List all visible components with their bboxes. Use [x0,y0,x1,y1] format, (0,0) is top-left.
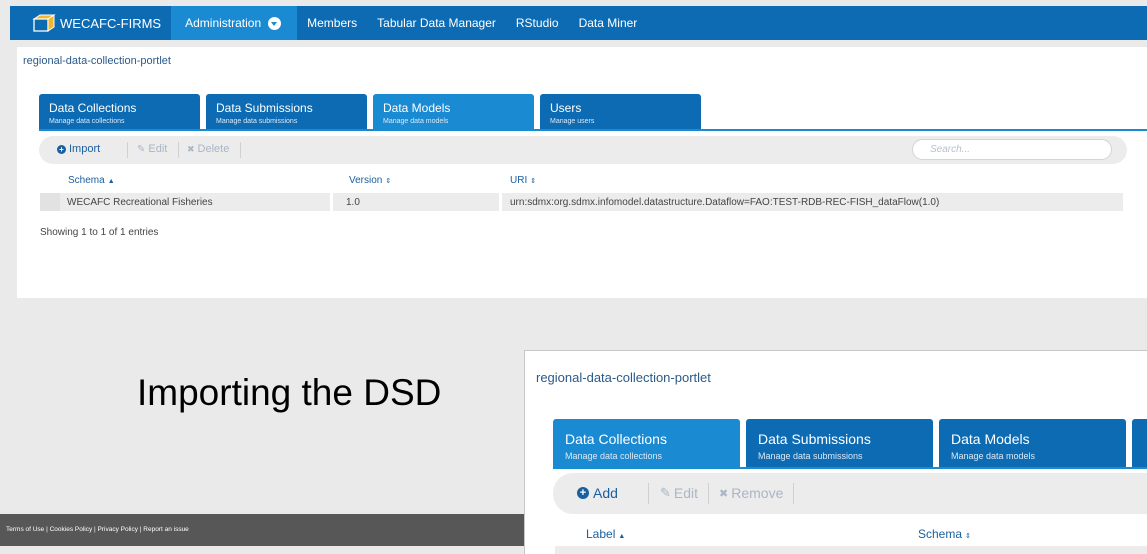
plus-circle-icon: + [577,487,589,499]
search-input[interactable]: Search... [912,139,1112,160]
toolbar-divider [178,142,179,158]
column-header-schema[interactable]: Schema ▲ [68,175,115,186]
remove-button[interactable]: ✖ Remove [719,485,783,501]
zoomed-inset: regional-data-collection-portlet Data Co… [524,350,1147,554]
inset-tab-underline [553,467,1147,469]
close-icon: ✖ [187,143,195,154]
tab-data-collections[interactable]: Data Collections Manage data collections [39,94,200,129]
nav-item-rstudio[interactable]: RStudio [506,6,569,40]
inset-tab-data-collections[interactable]: Data Collections Manage data collections [553,419,740,469]
pencil-square-icon: ✎ [660,485,671,500]
add-button[interactable]: + Add [577,485,618,501]
brand-name: WECAFC-FIRMS [60,15,162,31]
slide-caption: Importing the DSD [137,372,442,413]
sort-icon: ⇕ [965,533,971,540]
cell-divider [330,193,333,211]
cell-schema: WECAFC Recreational Fisheries [67,197,213,208]
cube-logo-icon [32,14,56,32]
column-header-version[interactable]: Version ⇕ [349,175,391,186]
column-header-uri[interactable]: URI ⇕ [510,175,536,186]
inset-tab-users[interactable] [1132,419,1147,469]
plus-circle-icon: + [57,144,66,154]
sort-ascending-icon: ▲ [107,178,115,185]
nav-item-tabular-data-manager[interactable]: Tabular Data Manager [367,6,506,40]
toolbar-divider [127,142,128,158]
cell-uri: urn:sdmx:org.sdmx.infomodel.datastructur… [510,197,940,208]
footer-links[interactable]: Terms of Use | Cookies Policy | Privacy … [0,514,530,546]
inset-tab-data-models[interactable]: Data Models Manage data models [939,419,1126,469]
inset-toolbar: + Add ✎ Edit ✖ Remove [553,473,1147,514]
data-models-portlet: regional-data-collection-portlet Data Co… [17,47,1147,298]
pencil-square-icon: ✎ [137,143,146,155]
edit-button[interactable]: ✎ Edit [660,485,698,501]
nav-item-administration[interactable]: Administration [171,6,298,40]
edit-button[interactable]: ✎ Edit [137,143,167,155]
tab-underline [39,129,1147,131]
sort-ascending-icon: ▲ [618,533,626,540]
tab-data-models[interactable]: Data Models Manage data models [373,94,534,129]
cell-version: 1.0 [346,197,360,208]
sort-icon: ⇕ [530,178,537,185]
tab-users[interactable]: Users Manage users [540,94,701,129]
inset-table-row[interactable] [555,546,1147,554]
row-select-cell[interactable] [40,193,60,211]
tab-data-submissions[interactable]: Data Submissions Manage data submissions [206,94,367,129]
brand-link[interactable]: WECAFC-FIRMS [10,6,171,40]
table-row[interactable]: WECAFC Recreational Fisheries 1.0 urn:sd… [40,193,1123,211]
portlet-tabs: Data Collections Manage data collections… [39,94,707,129]
toolbar-divider [240,142,241,158]
toolbar-divider [648,483,649,504]
inset-portlet-title: regional-data-collection-portlet [536,370,711,385]
chevron-down-icon [268,16,282,30]
nav-item-data-miner[interactable]: Data Miner [569,6,648,40]
toolbar-divider [793,483,794,504]
portlet-title: regional-data-collection-portlet [23,55,171,67]
close-icon: ✖ [719,487,729,500]
cell-divider [499,193,502,211]
inset-column-header-schema[interactable]: Schema ⇕ [918,527,971,541]
top-navigation: WECAFC-FIRMS Administration Members Tabu… [10,6,1147,40]
import-button[interactable]: + Import [57,143,100,155]
inset-column-header-label[interactable]: Label ▲ [586,527,625,541]
delete-button[interactable]: ✖ Delete [187,143,229,155]
sort-icon: ⇕ [385,178,392,185]
toolbar-divider [708,483,709,504]
inset-tab-data-submissions[interactable]: Data Submissions Manage data submissions [746,419,933,469]
table-info: Showing 1 to 1 of 1 entries [40,227,159,238]
nav-item-members[interactable]: Members [297,6,367,40]
